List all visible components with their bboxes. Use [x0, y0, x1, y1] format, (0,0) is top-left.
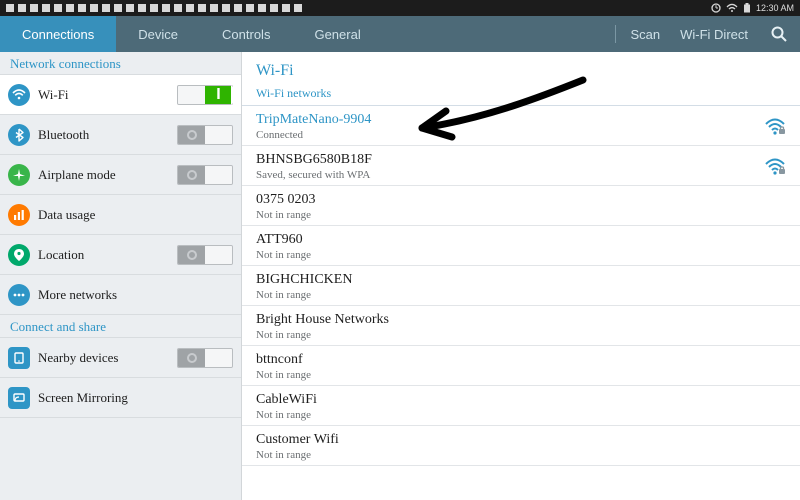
network-item[interactable]: Bright House Networks Not in range	[242, 306, 800, 346]
search-button[interactable]	[758, 16, 800, 52]
network-ssid: Customer Wifi	[256, 432, 786, 448]
network-status: Saved, secured with WPA	[256, 169, 764, 181]
airplane-icon	[8, 164, 30, 186]
network-item[interactable]: 0375 0203 Not in range	[242, 186, 800, 226]
tab-device[interactable]: Device	[116, 16, 200, 52]
status-right: 12:30 AM	[711, 3, 794, 13]
network-status: Connected	[256, 129, 764, 141]
sidebar-item-label: Nearby devices	[38, 350, 177, 366]
sidebar-item-wifi[interactable]: Wi-Fi I	[0, 75, 241, 115]
nearby-icon	[8, 347, 30, 369]
sidebar-item-location[interactable]: Location	[0, 235, 241, 275]
sidebar-item-morenetworks[interactable]: More networks	[0, 275, 241, 315]
network-status: Not in range	[256, 369, 786, 381]
sidebar-item-bluetooth[interactable]: Bluetooth	[0, 115, 241, 155]
settings-tab-bar: Connections Device Controls General Scan…	[0, 16, 800, 52]
sidebar-item-label: Screen Mirroring	[38, 390, 233, 406]
panel-subtitle: Wi-Fi networks	[242, 86, 800, 106]
status-notif-icons	[6, 3, 306, 13]
network-ssid: CableWiFi	[256, 392, 786, 408]
sidebar-item-nearby[interactable]: Nearby devices	[0, 338, 241, 378]
section-connect-share: Connect and share	[0, 315, 241, 338]
sidebar-item-datausage[interactable]: Data usage	[0, 195, 241, 235]
datausage-icon	[8, 204, 30, 226]
scan-label: Scan	[630, 27, 660, 42]
search-icon	[770, 25, 788, 43]
tab-connections[interactable]: Connections	[0, 16, 116, 52]
wifi-signal-icon	[764, 118, 786, 136]
sidebar-item-mirroring[interactable]: Screen Mirroring	[0, 378, 241, 418]
tab-device-label: Device	[138, 27, 178, 42]
divider	[615, 25, 616, 43]
sidebar-item-label: Data usage	[38, 207, 233, 223]
android-status-bar: 12:30 AM	[0, 0, 800, 16]
tab-controls-label: Controls	[222, 27, 270, 42]
airplane-toggle[interactable]	[177, 165, 233, 185]
bluetooth-toggle[interactable]	[177, 125, 233, 145]
location-toggle[interactable]	[177, 245, 233, 265]
wifi-panel: Wi-Fi Wi-Fi networks TripMateNano-9904 C…	[242, 52, 800, 500]
panel-title: Wi-Fi	[242, 52, 800, 86]
section-network-connections: Network connections	[0, 52, 241, 75]
nearby-toggle[interactable]	[177, 348, 233, 368]
network-status: Not in range	[256, 249, 786, 261]
network-item[interactable]: bttnconf Not in range	[242, 346, 800, 386]
network-status: Not in range	[256, 289, 786, 301]
tab-general[interactable]: General	[292, 16, 382, 52]
wifi-direct-label: Wi-Fi Direct	[680, 27, 748, 42]
network-status: Not in range	[256, 329, 786, 341]
tab-connections-label: Connections	[22, 27, 94, 42]
network-ssid: Bright House Networks	[256, 312, 786, 328]
wifi-direct-button[interactable]: Wi-Fi Direct	[670, 16, 758, 52]
network-item[interactable]: Customer Wifi Not in range	[242, 426, 800, 466]
tab-general-label: General	[314, 27, 360, 42]
status-time: 12:30 AM	[756, 3, 794, 13]
sidebar-item-airplane[interactable]: Airplane mode	[0, 155, 241, 195]
network-status: Not in range	[256, 449, 786, 461]
battery-icon	[743, 3, 751, 13]
network-item[interactable]: BIGHCHICKEN Not in range	[242, 266, 800, 306]
network-ssid: TripMateNano-9904	[256, 112, 764, 128]
network-ssid: ATT960	[256, 232, 786, 248]
status-left-icons	[6, 3, 306, 13]
location-icon	[8, 244, 30, 266]
bluetooth-icon	[8, 124, 30, 146]
wifi-status-icon	[726, 3, 738, 13]
wifi-signal-icon	[764, 158, 786, 176]
sidebar-item-label: Wi-Fi	[38, 87, 177, 103]
network-item[interactable]: TripMateNano-9904 Connected	[242, 106, 800, 146]
network-ssid: 0375 0203	[256, 192, 786, 208]
alarm-icon	[711, 3, 721, 13]
wifi-icon	[8, 84, 30, 106]
network-item[interactable]: CableWiFi Not in range	[242, 386, 800, 426]
tab-controls[interactable]: Controls	[200, 16, 292, 52]
wifi-toggle[interactable]: I	[177, 85, 233, 105]
network-item[interactable]: BHNSBG6580B18F Saved, secured with WPA	[242, 146, 800, 186]
network-status: Not in range	[256, 209, 786, 221]
mirroring-icon	[8, 387, 30, 409]
scan-button[interactable]: Scan	[620, 16, 670, 52]
network-ssid: BHNSBG6580B18F	[256, 152, 764, 168]
sidebar-item-label: Location	[38, 247, 177, 263]
sidebar-item-label: More networks	[38, 287, 233, 303]
sidebar-item-label: Airplane mode	[38, 167, 177, 183]
more-icon	[8, 284, 30, 306]
settings-sidebar: Network connections Wi-Fi I Bluetooth Ai	[0, 52, 242, 500]
network-ssid: bttnconf	[256, 352, 786, 368]
sidebar-item-label: Bluetooth	[38, 127, 177, 143]
network-status: Not in range	[256, 409, 786, 421]
network-ssid: BIGHCHICKEN	[256, 272, 786, 288]
network-item[interactable]: ATT960 Not in range	[242, 226, 800, 266]
